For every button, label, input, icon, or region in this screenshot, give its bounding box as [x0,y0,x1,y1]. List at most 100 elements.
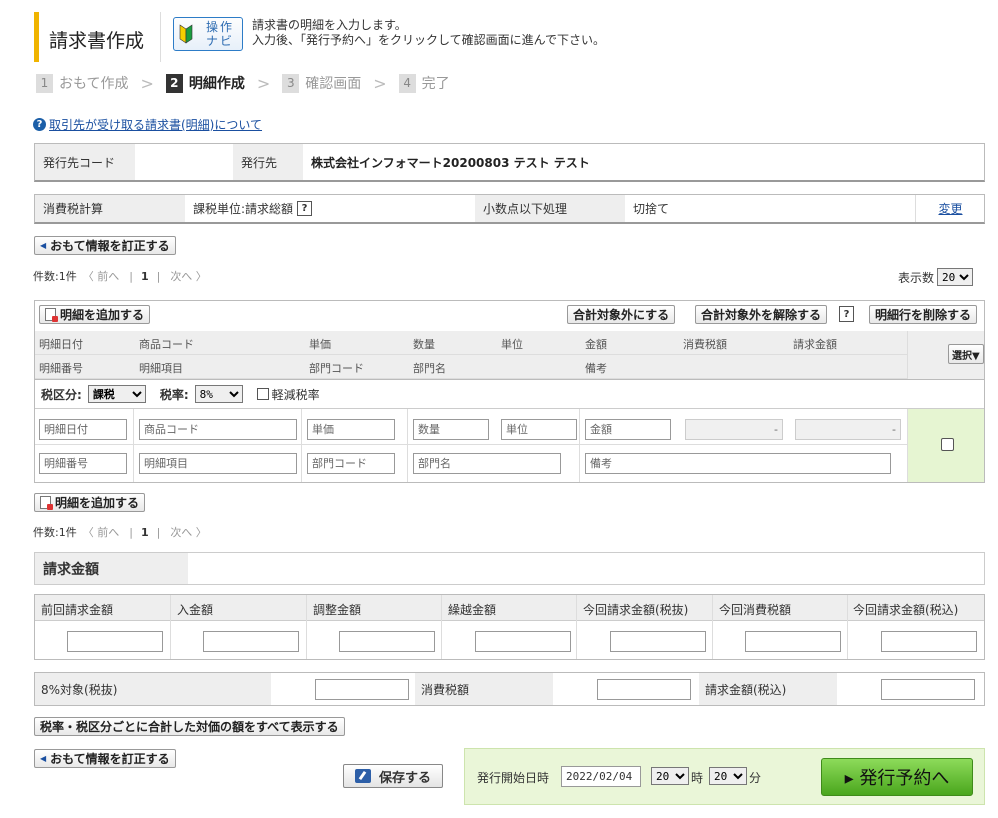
help-link[interactable]: 取引先が受け取る請求書(明細)について [49,116,262,133]
chevron-right-icon: > [256,73,271,93]
reduced-rate-checkbox[interactable] [256,388,269,400]
dept-code-input[interactable] [307,453,395,474]
pen-icon [354,769,371,783]
triangle-left-icon: ◀ [40,241,47,250]
add-detail-button-bottom[interactable]: 明細を追加する [34,493,146,512]
tax-unit-value: 課税単位:請求総額 [193,202,294,216]
tax-calc-table: 消費税計算 課税単位:請求総額 ? 小数点以下処理 切捨て 変更 [34,194,985,224]
page-title-box: 請求書作成 [34,12,158,62]
issuer-name-value: 株式会社インフォマート20200803 テスト テスト [311,155,590,170]
prev-link[interactable]: 〈 前へ [83,524,120,540]
title-divider [160,12,161,62]
issue-date-label: 発行開始日時 [477,771,550,785]
step-4: 4 完了 [398,73,450,93]
invoice-table: 前回請求金額 入金額 調整金額 繰越金額 今回請求金額(税抜) 今回消費税額 今… [34,594,985,660]
operation-navi-button[interactable]: 操作ナビ [173,17,243,51]
add-detail-button[interactable]: 明細を追加する [39,305,151,324]
instruction-text: 請求書の明細を入力します。 入力後、「発行予約へ」をクリックして確認画面に進んで… [252,18,605,48]
current-page: 1 [140,269,149,283]
current-page: 1 [140,525,149,539]
dept-name-input[interactable] [413,453,561,474]
tax-rate-select[interactable]: 8% [194,385,243,403]
unset-total-exclude-button[interactable]: 合計対象外を解除する [695,305,828,324]
detail-item-input[interactable] [139,453,297,474]
note-input[interactable] [585,453,891,474]
triangle-left-icon: ◀ [40,754,47,763]
delete-row-button[interactable]: 明細行を削除する [869,305,978,324]
carryover-input[interactable] [475,631,571,652]
show-all-tax-button[interactable]: 税率・税区分ごとに合計した対価の額をすべて表示する [34,717,345,736]
issuer-table: 発行先コード 発行先 株式会社インフォマート20200803 テスト テスト [34,143,985,182]
operation-navi-label: 操作ナビ [205,20,234,48]
instruction-line-2: 入力後、「発行予約へ」をクリックして確認画面に進んで下さい。 [252,33,606,47]
billing-amount-input [795,419,901,440]
pager-top: 件数:1件 〈 前へ | 1 | 次へ 〉 [33,268,207,284]
invoice-title-bar: 請求金額 [34,552,985,585]
total-with-tax-input[interactable] [881,679,975,700]
decimal-label: 小数点以下処理 [475,195,625,222]
unit-price-input[interactable] [307,419,395,440]
payment-input[interactable] [203,631,299,652]
display-count: 表示数 20 [898,268,974,286]
pager-bottom: 件数:1件 〈 前へ | 1 | 次へ 〉 [33,524,207,540]
tax-class-row: 税区分: 課税 税率: 8% 軽減税率 [35,379,984,409]
record-count: 件数:1件 [33,526,77,539]
tax-class-select[interactable]: 課税 [87,385,146,403]
issue-minute-select[interactable]: 20 [709,767,747,785]
quantity-input[interactable] [413,419,489,440]
grid-header-row-2: 明細番号 明細項目 部門コード 部門名 備考 [35,355,907,379]
current-billing-in-input[interactable] [881,631,977,652]
issue-date-input[interactable] [561,766,641,787]
step-1: 1 おもて作成 [36,73,128,93]
unit-input[interactable] [501,419,577,440]
issue-hour-select[interactable]: 20 [651,767,689,785]
prev-billing-input[interactable] [67,631,163,652]
invoice-title: 請求金額 [35,553,188,584]
next-link[interactable]: 次へ 〉 [170,524,207,540]
step-2: 2 明細作成 [165,73,245,93]
tax-class-label: 税区分: [41,387,82,402]
amount-input[interactable] [585,419,671,440]
subtotal-label: 8%対象(税抜) [35,673,271,705]
set-total-exclude-button[interactable]: 合計対象外にする [567,305,676,324]
tax-amount-label: 消費税額 [415,673,553,705]
adjustment-input[interactable] [339,631,435,652]
tax-calc-label: 消費税計算 [35,195,185,222]
correct-front-button[interactable]: ◀ おもて情報を訂正する [34,236,176,255]
tax-rate-label: 税率: [159,387,189,402]
display-count-label: 表示数 [898,270,935,285]
progress-steps: 1 おもて作成 > 2 明細作成 > 3 確認画面 > 4 完了 [36,72,450,94]
subtotal-row: 8%対象(税抜) 消費税額 請求金額(税込) [34,672,985,706]
current-billing-ex-input[interactable] [610,631,706,652]
row-select-checkbox[interactable] [941,438,954,451]
page-title: 請求書作成 [49,30,145,52]
grid-header-row-1: 明細日付 商品コード 単価 数量 単位 金額 消費税額 請求金額 [35,331,907,355]
correct-front-button-bottom[interactable]: ◀ おもて情報を訂正する [34,749,176,768]
prev-link[interactable]: 〈 前へ [83,268,120,284]
current-tax-input[interactable] [745,631,841,652]
display-count-select[interactable]: 20 [937,268,974,286]
next-link[interactable]: 次へ 〉 [170,268,207,284]
help-row: ? 取引先が受け取る請求書(明細)について [33,116,262,133]
tax-amount-total-input[interactable] [597,679,691,700]
detail-toolbar: 明細を追加する 合計対象外にする 合計対象外を解除する ? 明細行を削除する [35,301,984,331]
total-with-tax-label: 請求金額(税込) [699,673,837,705]
product-code-input[interactable] [139,419,297,440]
save-button[interactable]: 保存する [343,764,443,788]
reduced-rate-label: 軽減税率 [271,387,320,402]
decimal-value: 切捨て [633,202,670,216]
detail-date-input[interactable] [39,419,127,440]
instruction-line-1: 請求書の明細を入力します。 [252,18,407,32]
invoice-header-row: 前回請求金額 入金額 調整金額 繰越金額 今回請求金額(税抜) 今回消費税額 今… [35,595,984,621]
help-icon[interactable]: ? [839,306,854,322]
subtotal-input[interactable] [315,679,409,700]
detail-grid: 明細を追加する 合計対象外にする 合計対象外を解除する ? 明細行を削除する 明… [34,300,985,483]
change-link[interactable]: 変更 [938,200,962,217]
issue-reserve-button[interactable]: ▸ 発行予約へ [821,758,973,796]
select-menu-button[interactable]: 選択▼ [948,344,984,364]
add-document-icon [45,308,58,322]
help-icon[interactable]: ? [297,201,313,216]
tax-amount-input [685,419,783,440]
detail-number-input[interactable] [39,453,127,474]
issuer-name-label: 発行先 [233,144,303,180]
